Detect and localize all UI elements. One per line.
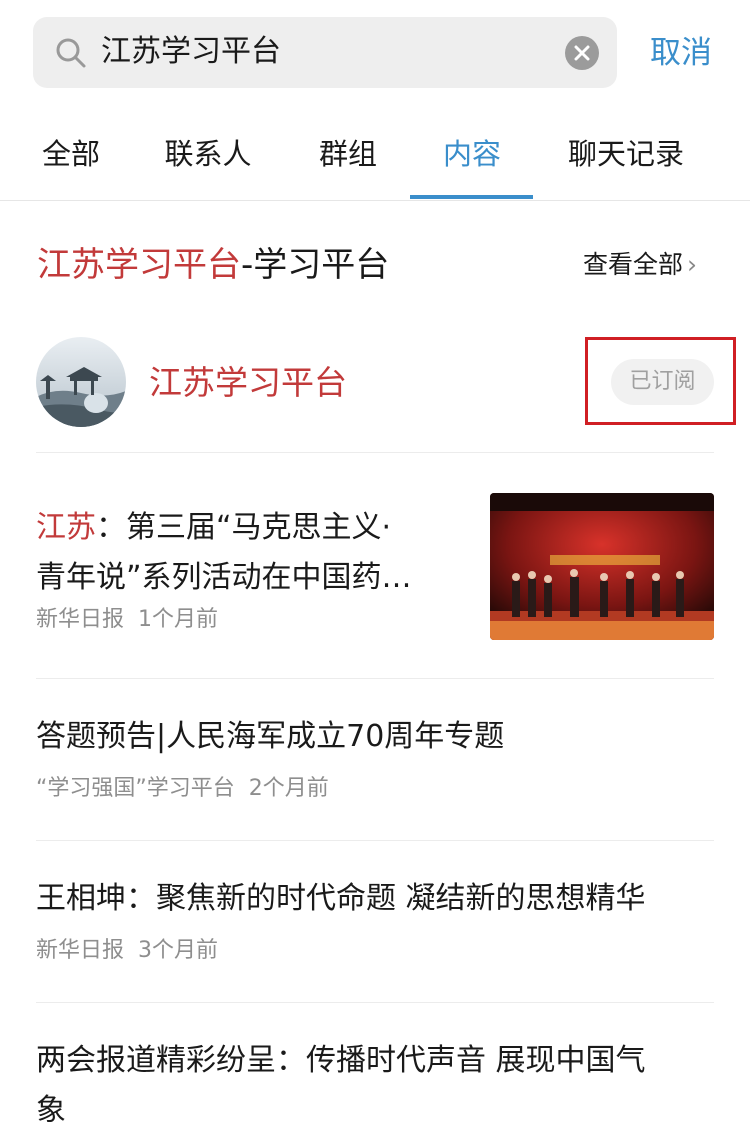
news-title: 答题预告|人民海军成立70周年专题 [36, 719, 505, 754]
divider [36, 452, 714, 453]
search-icon [55, 37, 87, 69]
news-time: 3个月前 [138, 938, 219, 963]
active-tab-indicator [410, 195, 533, 199]
news-title-highlight: 江苏 [36, 510, 96, 545]
view-all-label: 查看全部 [583, 250, 684, 279]
section-title: 江苏学习平台-学习平台 [37, 242, 389, 288]
account-avatar[interactable] [36, 337, 126, 427]
news-title-line: 两会报道精彩纷呈：传播时代声音 展现中国气 [36, 1043, 646, 1078]
tab-all[interactable]: 全部 [42, 132, 100, 176]
news-time: 2个月前 [248, 776, 329, 801]
tab-groups[interactable]: 群组 [319, 132, 377, 176]
news-source: 新华日报 [36, 938, 125, 963]
search-input[interactable]: 江苏学习平台 [33, 17, 617, 88]
news-title: 江苏：第三届“马克思主义· 青年说”系列活动在中国药… [36, 503, 466, 603]
tab-contacts[interactable]: 联系人 [164, 132, 251, 176]
divider [36, 678, 714, 679]
news-title: 王相坤：聚焦新的时代命题 凝结新的思想精华 [36, 881, 646, 916]
section-title-highlight: 江苏学习平台 [37, 245, 241, 285]
divider [36, 840, 714, 841]
search-bar-row: 江苏学习平台 取消 [0, 0, 750, 112]
news-source: 新华日报 [36, 607, 125, 632]
divider [36, 1002, 714, 1003]
news-title-rest: ：第三届“马克思主义· [96, 510, 392, 545]
cancel-button[interactable]: 取消 [650, 32, 712, 74]
news-title-line: 象 [36, 1093, 66, 1128]
clear-search-icon[interactable] [565, 36, 599, 70]
tabs-divider [0, 200, 750, 201]
search-query-text: 江苏学习平台 [101, 34, 281, 69]
chevron-right-icon: › [687, 250, 698, 279]
tab-content[interactable]: 内容 [443, 132, 501, 176]
news-meta: “学习强国”学习平台 2个月前 [36, 773, 329, 805]
news-meta: 新华日报 3个月前 [36, 935, 218, 967]
tab-chat-history[interactable]: 聊天记录 [568, 132, 684, 176]
subscribed-button[interactable]: 已订阅 [611, 359, 714, 405]
news-title-line: 江苏：第三届“马克思主义· [36, 503, 466, 553]
news-source: “学习强国”学习平台 [36, 776, 235, 801]
section-title-rest: -学习平台 [241, 245, 390, 285]
news-meta: 新华日报 1个月前 [36, 604, 218, 636]
news-title: 两会报道精彩纷呈：传播时代声音 展现中国气 象 [36, 1036, 716, 1136]
news-title-line: 青年说”系列活动在中国药… [36, 560, 412, 595]
account-name[interactable]: 江苏学习平台 [149, 360, 347, 406]
view-all-link[interactable]: 查看全部 › [583, 247, 697, 283]
news-thumbnail [490, 493, 714, 640]
category-tabs: 全部 联系人 群组 内容 聊天记录 [0, 112, 750, 200]
news-time: 1个月前 [138, 607, 219, 632]
